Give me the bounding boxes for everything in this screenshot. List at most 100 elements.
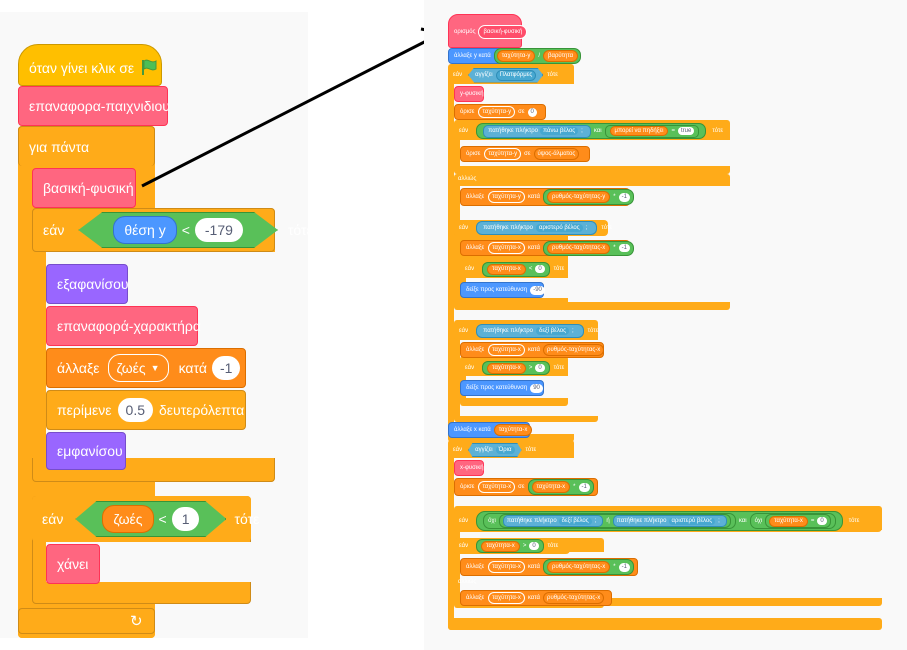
key-pressed-sensor[interactable]: πατήθηκε πλήκτρο αριστερό βέλος ;: [476, 221, 598, 235]
right-arrow-dropdown[interactable]: δεξί βέλος: [558, 517, 592, 525]
by-label: κατά: [527, 595, 541, 601]
speed-rate-x-reporter[interactable]: ρυθμός-ταχύτητας-x: [543, 592, 605, 604]
speed-x-dropdown[interactable]: ταχύτητα-x: [478, 481, 516, 493]
speed-rate-x-reporter[interactable]: ρυθμός-ταχύτητας-x: [543, 344, 605, 356]
speed-y-dropdown[interactable]: ταχύτητα-y: [478, 106, 516, 118]
speed-rate-x-reporter[interactable]: ρυθμός-ταχύτητας-x: [547, 242, 611, 254]
change-x-block[interactable]: άλλαξε x κατά ταχύτητα-x: [448, 422, 533, 438]
key-pressed-sensor[interactable]: πατήθηκε πλήκτρο δεξί βέλος ;: [502, 515, 604, 527]
left-arrow-dropdown[interactable]: αριστερό βέλος: [668, 517, 716, 525]
compare-value-input[interactable]: 0: [535, 364, 545, 372]
change-y-block[interactable]: άλλαξε y κατά ταχύτητα-y / βαρύτητα βαρύ…: [448, 48, 582, 64]
define-name-field[interactable]: βασική-φυσική: [478, 25, 528, 39]
multiply-value-input[interactable]: -1: [618, 562, 630, 572]
speed-x-dropdown[interactable]: ταχύτητα-x: [488, 592, 525, 604]
direction-input[interactable]: -90: [530, 285, 545, 295]
point-direction-left-block[interactable]: δείξε προς κατεύθυνση -90: [460, 282, 545, 298]
if-not-keys-block[interactable]: εάν όχι πατήθηκε πλήκτρο δεξί βέλος ; ή …: [454, 510, 882, 532]
y-physics-block[interactable]: y-φυσική: [454, 86, 484, 102]
speed-y-dropdown[interactable]: ταχύτητα-y: [488, 191, 525, 203]
change-speed-x-else-block[interactable]: άλλαξε ταχύτητα-x κατά ρυθμός-ταχύτητας-…: [460, 590, 612, 606]
y-physics-label: y-φυσική: [460, 91, 484, 97]
multiply-value-input[interactable]: -1: [618, 192, 630, 202]
multiply-operator[interactable]: ταχύτητα-x * -1: [527, 479, 594, 495]
speed-x-reporter[interactable]: ταχύτητα-x: [481, 540, 520, 552]
speed-y-dropdown[interactable]: ταχύτητα-y: [484, 148, 522, 160]
key-pressed-sensor[interactable]: πατήθηκε πλήκτρο δεξί βέλος ;: [476, 324, 584, 338]
borders-dropdown[interactable]: Όρια: [495, 446, 515, 454]
jump-height-reporter[interactable]: ύψος-άλματος: [533, 148, 580, 160]
speed-x-dropdown[interactable]: ταχύτητα-x: [488, 242, 525, 254]
if-speed-x-less-block[interactable]: εάν ταχύτητα-x < 0 τότε: [460, 260, 568, 278]
multiply-value-input[interactable]: -1: [578, 482, 590, 492]
set-speed-x-block[interactable]: όρισε ταχύτητα-x σε ταχύτητα-x * -1: [454, 478, 598, 496]
change-speed-x-right-block[interactable]: άλλαξε ταχύτητα-x κατά ρυθμός-ταχύτητας-…: [460, 342, 605, 358]
compare-value-input[interactable]: 0: [535, 265, 545, 273]
multiply-operator[interactable]: ρυθμός-ταχύτητας-y * -1: [543, 189, 634, 205]
speed-y-reporter[interactable]: ταχύτητα-y: [496, 50, 536, 62]
speed-x-reporter[interactable]: ταχύτητα-x: [487, 263, 526, 275]
speed-x-reporter[interactable]: ταχύτητα-x: [493, 424, 533, 436]
multiply-value-input[interactable]: -1: [618, 244, 630, 252]
if-up-jump-block[interactable]: εάν πατήθηκε πλήκτρο πάνω βέλος ; και μπ…: [454, 122, 730, 140]
touching-label: αγγίζει: [475, 72, 493, 78]
multiply-operator[interactable]: ρυθμός-ταχύτητας-x * -1: [543, 240, 634, 256]
less-than-operator[interactable]: ταχύτητα-x < 0: [482, 261, 550, 277]
speed-rate-y-reporter[interactable]: ρυθμός-ταχύτητας-y: [547, 191, 611, 203]
if-left-arrow-block[interactable]: εάν πατήθηκε πλήκτρο αριστερό βέλος ; τό…: [454, 220, 612, 236]
or-operator[interactable]: πατήθηκε πλήκτρο δεξί βέλος ; ή πατήθηκε…: [498, 514, 731, 528]
if-speed-x-positive-block[interactable]: εάν ταχύτητα-x > 0 τότε: [454, 538, 570, 554]
speed-x-reporter[interactable]: ταχύτητα-x: [531, 481, 571, 493]
multiply-operator[interactable]: ρυθμός-ταχύτητας-x * -1: [543, 559, 634, 575]
platforms-dropdown[interactable]: Πλατφόρμες: [495, 69, 537, 81]
right-arrow-dropdown[interactable]: δεξί βέλος: [536, 327, 569, 335]
left-arrow-dropdown[interactable]: αριστερό βέλος: [536, 224, 583, 232]
then-label: τότε: [547, 72, 558, 78]
define-basic-physics-block[interactable]: ορισμός βασική-φυσική: [448, 14, 528, 48]
change-speed-x-left-block[interactable]: άλλαξε ταχύτητα-x κατά ρυθμός-ταχύτητας-…: [460, 240, 634, 256]
touching-label: αγγίζει: [475, 447, 493, 453]
not-label: όχι: [754, 518, 763, 524]
true-value-input[interactable]: true: [677, 127, 695, 135]
set-speed-y-jump-block[interactable]: όρισε ταχύτητα-y σε ύψος-άλματος: [460, 146, 590, 162]
x-physics-block[interactable]: x-φυσική: [454, 460, 484, 476]
equals-operator[interactable]: μπορεί να πηδήξει = true: [604, 124, 700, 138]
compare-value-input[interactable]: 0: [817, 517, 827, 525]
speed-rate-x-reporter[interactable]: ρυθμός-ταχύτητας-x: [547, 561, 611, 573]
if-right-arrow-block[interactable]: εάν πατήθηκε πλήκτρο δεξί βέλος ; τότε: [454, 322, 598, 340]
divide-operator[interactable]: ταχύτητα-y / βαρύτητα βαρύτητα: [493, 48, 582, 64]
if-label: εάν: [465, 365, 475, 371]
equals-sign: =: [671, 128, 675, 134]
key-pressed-label: πατήθηκε πλήκτρο: [506, 518, 557, 524]
speed-x-dropdown[interactable]: ταχύτητα-x: [488, 561, 525, 573]
touching-sensor[interactable]: αγγίζει Όρια: [468, 443, 522, 457]
equals-operator[interactable]: ταχύτητα-x = 0: [765, 514, 831, 528]
gravity-reporter[interactable]: βαρύτητα: [543, 50, 579, 62]
question-mark: ;: [718, 518, 720, 524]
and-operator[interactable]: όχι πατήθηκε πλήκτρο δεξί βέλος ; ή πατή…: [476, 511, 843, 531]
direction-input[interactable]: 90: [530, 383, 543, 393]
up-arrow-dropdown[interactable]: πάνω βέλος: [540, 127, 579, 135]
not-operator[interactable]: όχι ταχύτητα-x = 0: [749, 513, 836, 529]
point-direction-right-block[interactable]: δείξε προς κατεύθυνση 90: [460, 380, 544, 396]
if-touching-borders-block[interactable]: εάν αγγίζει Όρια τότε: [448, 442, 550, 458]
speed-x-dropdown[interactable]: ταχύτητα-x: [488, 344, 525, 356]
set-speed-y-block[interactable]: όρισε ταχύτητα-y σε 0: [454, 104, 546, 120]
change-speed-y-block[interactable]: άλλαξε ταχύτητα-y κατά ρυθμός-ταχύτητας-…: [460, 188, 634, 206]
speed-x-reporter[interactable]: ταχύτητα-x: [769, 515, 808, 527]
and-operator[interactable]: πατήθηκε πλήκτρο πάνω βέλος ; και μπορεί…: [476, 123, 707, 139]
if-speed-x-greater-block[interactable]: εάν ταχύτητα-x > 0 τότε: [460, 360, 568, 376]
greater-than-operator[interactable]: ταχύτητα-x > 0: [476, 539, 544, 553]
change-speed-x-slow-block[interactable]: άλλαξε ταχύτητα-x κατά ρυθμός-ταχύτητας-…: [460, 558, 638, 576]
touching-sensor[interactable]: αγγίζει Πλατφόρμες: [468, 67, 544, 83]
key-pressed-sensor[interactable]: πατήθηκε πλήκτρο πάνω βέλος ;: [483, 124, 591, 138]
then-label: τότε: [547, 543, 559, 549]
not-operator[interactable]: όχι πατήθηκε πλήκτρο δεξί βέλος ; ή πατή…: [483, 513, 736, 529]
speed-x-reporter[interactable]: ταχύτητα-x: [487, 362, 526, 374]
greater-than-operator[interactable]: ταχύτητα-x > 0: [482, 361, 550, 375]
if-touching-platforms-block[interactable]: εάν αγγίζει Πλατφόρμες τότε: [448, 66, 574, 84]
compare-value-input[interactable]: 0: [529, 542, 539, 550]
can-jump-reporter[interactable]: μπορεί να πηδήξει: [609, 126, 669, 136]
set-value-input[interactable]: 0: [527, 107, 537, 117]
key-pressed-sensor[interactable]: πατήθηκε πλήκτρο αριστερό βέλος ;: [612, 515, 727, 527]
